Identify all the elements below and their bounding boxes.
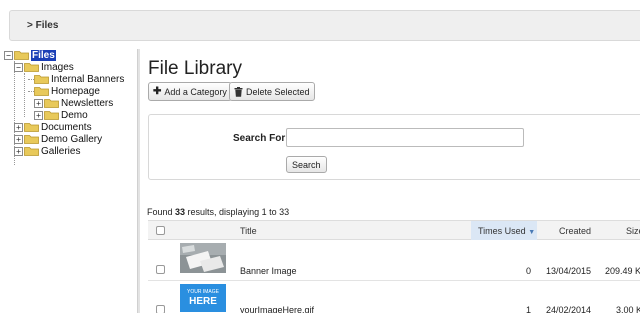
thumb-text-bottom: HERE xyxy=(189,296,217,307)
table-header: Title Times Used ▼ Created Size xyxy=(148,220,640,240)
search-input[interactable] xyxy=(286,128,524,147)
results-count: 33 xyxy=(175,207,186,217)
column-header-created[interactable]: Created xyxy=(559,226,591,236)
tree-label[interactable]: Images xyxy=(41,62,74,73)
folder-icon xyxy=(24,147,39,156)
select-all-checkbox[interactable] xyxy=(156,226,165,235)
search-panel: Search For: Search xyxy=(148,114,640,180)
tree-item-demo[interactable]: + Demo xyxy=(34,109,88,121)
table-row[interactable]: YOUR IMAGE HERE yourImageHere.gif 1 24/0… xyxy=(148,281,640,313)
expand-icon[interactable]: + xyxy=(14,134,23,144)
created-date: 13/04/2015 xyxy=(546,266,592,276)
folder-icon xyxy=(44,99,59,108)
created-date: 24/02/2014 xyxy=(546,305,592,313)
banner-image-thumbnail[interactable] xyxy=(180,243,226,273)
collapse-icon[interactable]: − xyxy=(14,62,23,72)
tree-label[interactable]: Files xyxy=(31,49,56,61)
add-category-label: Add a Category xyxy=(164,86,227,97)
tree-connector xyxy=(24,73,25,117)
add-category-button[interactable]: ✚ Add a Category xyxy=(148,82,232,101)
trash-icon xyxy=(234,86,243,97)
tree-label[interactable]: Homepage xyxy=(51,86,100,97)
row-checkbox[interactable] xyxy=(156,305,165,313)
tree-item-demo-gallery[interactable]: + Demo Gallery xyxy=(14,133,102,145)
delete-selected-button[interactable]: Delete Selected xyxy=(229,82,315,101)
file-size: 209.49 KB xyxy=(605,266,640,276)
tree-label[interactable]: Demo xyxy=(61,110,88,121)
file-size: 3.00 KB xyxy=(616,305,640,313)
expand-icon[interactable]: + xyxy=(34,98,43,108)
folder-icon xyxy=(24,63,39,72)
folder-icon xyxy=(34,75,49,84)
tree-item-newsletters[interactable]: + Newsletters xyxy=(34,97,113,109)
pane-splitter[interactable] xyxy=(137,49,140,313)
breadcrumb: > Files xyxy=(9,10,640,41)
folder-icon xyxy=(14,51,29,60)
results-suffix: results, displaying 1 to 33 xyxy=(185,207,290,217)
your-image-here-thumbnail[interactable]: YOUR IMAGE HERE xyxy=(180,284,226,312)
column-header-size[interactable]: Size xyxy=(626,226,640,236)
breadcrumb-text[interactable]: > Files xyxy=(27,20,58,31)
tree-item-documents[interactable]: + Documents xyxy=(14,121,92,133)
search-button[interactable]: Search xyxy=(286,156,327,173)
tree-label[interactable]: Demo Gallery xyxy=(41,134,102,145)
tree-item-images[interactable]: − Images xyxy=(14,61,74,73)
times-used: 1 xyxy=(526,305,532,313)
file-title[interactable]: Banner Image xyxy=(240,266,297,276)
thumb-text-top: YOUR IMAGE xyxy=(187,289,219,295)
plus-icon: ✚ xyxy=(153,86,162,97)
search-label: Search For: xyxy=(233,133,289,144)
times-used: 0 xyxy=(526,266,532,276)
folder-icon xyxy=(34,87,49,96)
delete-selected-label: Delete Selected xyxy=(246,86,310,97)
tree-item-homepage[interactable]: Homepage xyxy=(34,85,100,97)
sort-desc-icon: ▼ xyxy=(528,229,536,236)
folder-icon xyxy=(24,135,39,144)
expand-icon[interactable]: + xyxy=(14,122,23,132)
tree-label[interactable]: Newsletters xyxy=(61,98,113,109)
tree-item-internal-banners[interactable]: Internal Banners xyxy=(34,73,124,85)
page-title: File Library xyxy=(148,58,242,79)
table-row[interactable]: Banner Image 0 13/04/2015 209.49 KB xyxy=(148,240,640,281)
results-summary: Found 33 results, displaying 1 to 33 xyxy=(147,207,289,217)
column-header-title[interactable]: Title xyxy=(240,226,257,236)
file-title[interactable]: yourImageHere.gif xyxy=(240,305,314,313)
tree-label[interactable]: Galleries xyxy=(41,146,80,157)
results-prefix: Found xyxy=(147,207,176,217)
tree-label[interactable]: Documents xyxy=(41,122,92,133)
column-header-times-used[interactable]: Times Used ▼ xyxy=(478,226,535,236)
expand-icon[interactable]: + xyxy=(14,146,23,156)
row-checkbox[interactable] xyxy=(156,265,165,274)
folder-icon xyxy=(24,123,39,132)
tree-label[interactable]: Internal Banners xyxy=(51,74,124,85)
folder-tree: − Files − Images Internal Banners Homepa… xyxy=(0,49,137,313)
tree-item-files[interactable]: − Files xyxy=(4,49,56,61)
tree-item-galleries[interactable]: + Galleries xyxy=(14,145,80,157)
folder-icon xyxy=(44,111,59,120)
expand-icon[interactable]: + xyxy=(34,110,43,120)
times-used-label: Times Used xyxy=(478,226,526,236)
collapse-icon[interactable]: − xyxy=(4,50,13,60)
